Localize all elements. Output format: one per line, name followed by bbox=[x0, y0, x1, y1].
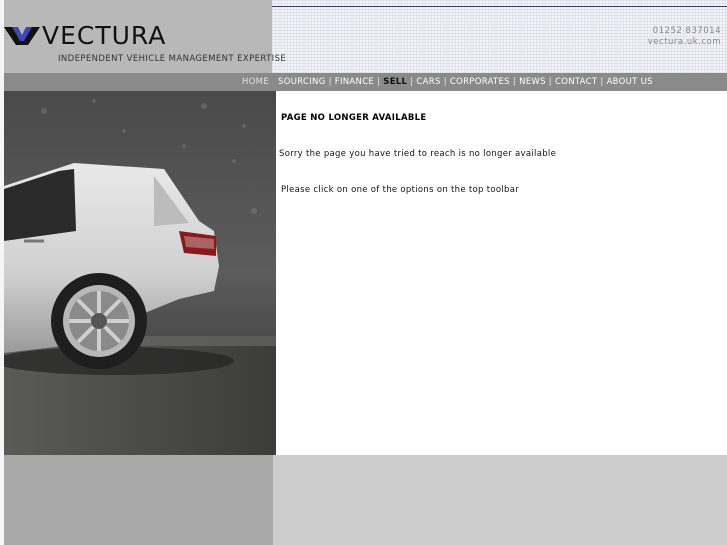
car-photo bbox=[4, 91, 276, 455]
brand-tagline: INDEPENDENT VEHICLE MANAGEMENT EXPERTISE bbox=[58, 54, 287, 64]
nav-separator: | bbox=[410, 77, 414, 87]
nav-separator: | bbox=[512, 77, 517, 87]
footer-left-panel bbox=[4, 455, 273, 545]
top-toolbar: HOME SOURCING | FINANCE | SELL | CARS | CORPORAT… bbox=[242, 73, 653, 91]
nav-sell[interactable]: SELL bbox=[383, 77, 407, 87]
main-content: PAGE NO LONGER AVAILABLE Sorry the page … bbox=[276, 91, 727, 455]
nav-separator: | bbox=[548, 77, 552, 87]
nav-separator: | bbox=[443, 77, 447, 87]
error-message: Sorry the page you have tried to reach i… bbox=[279, 149, 557, 159]
nav-home[interactable]: HOME bbox=[242, 77, 269, 87]
nav-about-us[interactable]: ABOUT US bbox=[607, 77, 653, 87]
nav-separator: | bbox=[600, 77, 604, 87]
vectura-v-icon bbox=[4, 27, 40, 45]
contact-info: 01252 837014 vectura.uk.com bbox=[648, 26, 721, 48]
nav-contact[interactable]: CONTACT bbox=[555, 77, 597, 87]
nav-cars[interactable]: CARS bbox=[416, 77, 440, 87]
website-address: vectura.uk.com bbox=[647, 37, 721, 47]
footer-right-panel bbox=[273, 455, 727, 545]
error-title: PAGE NO LONGER AVAILABLE bbox=[281, 113, 427, 123]
nav-separator: | bbox=[377, 77, 381, 87]
nav-separator: | bbox=[328, 77, 332, 87]
car-image bbox=[4, 91, 276, 455]
nav-finance[interactable]: FINANCE bbox=[335, 77, 374, 87]
header-rule bbox=[272, 6, 727, 7]
nav-news[interactable]: NEWS bbox=[519, 77, 546, 87]
nav-corporates[interactable]: CORPORATES bbox=[450, 77, 510, 87]
nav-sourcing[interactable]: SOURCING bbox=[278, 77, 326, 87]
brand-name: VECTURA bbox=[42, 21, 167, 50]
phone-number: 01252 837014 bbox=[652, 26, 721, 36]
vectura-logo[interactable]: VECTURA bbox=[4, 21, 167, 50]
error-instruction: Please click on one of the options on th… bbox=[281, 185, 520, 195]
